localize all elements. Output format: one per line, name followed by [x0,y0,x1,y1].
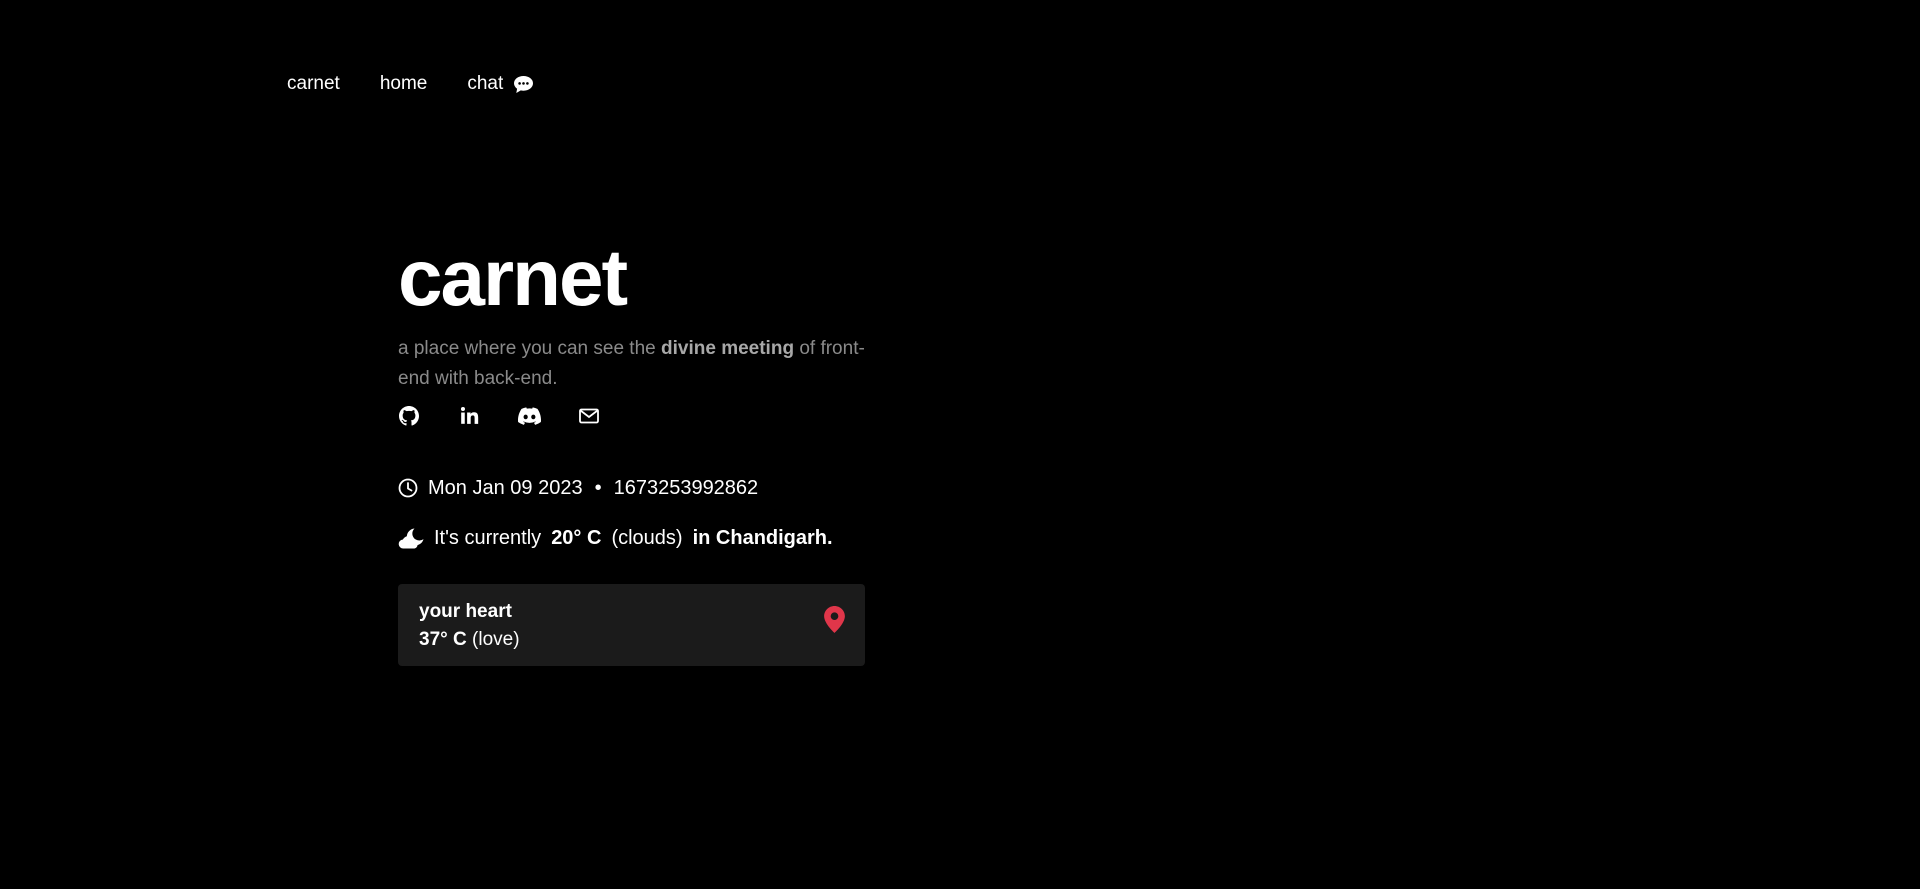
linkedin-link[interactable] [458,406,480,430]
nav-chat-label: chat [467,73,504,94]
unix-timestamp: 1673253992862 [613,476,759,499]
separator-dot: • [594,476,602,499]
card-temperature: 37° C [419,629,467,650]
github-link[interactable] [398,405,420,431]
hero-section: carnet a place where you can see the div… [398,228,878,666]
github-icon [399,405,419,431]
social-links [398,405,878,431]
weather-condition: (clouds) [611,526,683,549]
tagline-highlight: divine meeting [661,338,795,359]
mail-link[interactable] [578,407,600,429]
location-pin-icon [824,606,845,633]
card-reading: 37° C (love) [419,626,844,654]
speech-bubble-icon [513,75,534,94]
current-date: Mon Jan 09 2023 [428,476,583,499]
tagline-text-start: a place where you can see the [398,338,662,359]
card-condition: (love) [472,629,520,650]
weather-row: It's currently 20° C (clouds) in Chandig… [398,524,878,552]
mail-icon [579,408,599,429]
clock-icon [398,478,418,498]
nav-chat-link[interactable]: chat [467,71,534,97]
nav-brand-link[interactable]: carnet [287,71,340,97]
nav-home-link[interactable]: home [380,71,428,97]
top-nav: carnet home chat [287,71,534,97]
discord-link[interactable] [517,406,541,430]
card-title: your heart [419,601,512,622]
page-title: carnet [398,233,628,322]
heart-card: your heart 37° C (love) [398,584,865,666]
tagline: a place where you can see the divine mee… [398,334,868,394]
weather-location: in Chandigarh. [692,526,833,549]
weather-temperature: 20° C [551,526,602,549]
linkedin-icon [460,406,479,430]
moon-cloud-icon [398,527,424,549]
weather-prefix: It's currently [434,526,542,549]
datetime-row: Mon Jan 09 2023 • 1673253992862 [398,474,878,502]
discord-icon [517,406,541,430]
